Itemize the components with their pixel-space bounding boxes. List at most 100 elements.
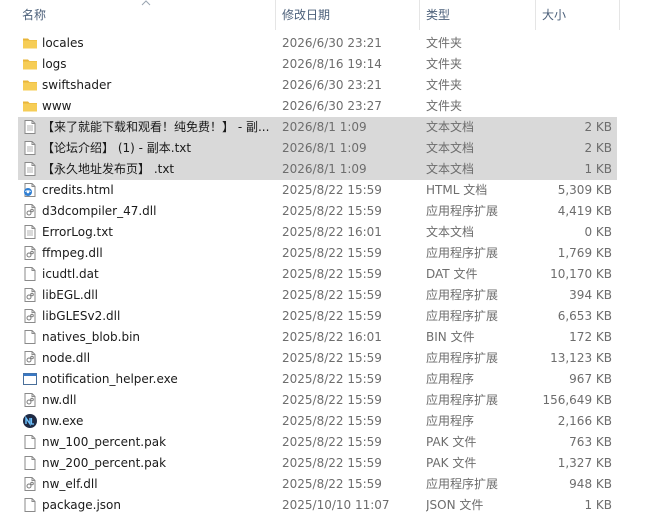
file-name: node.dll: [42, 351, 91, 365]
blank-file-icon: [22, 329, 38, 345]
file-row[interactable]: natives_blob.bin 2025/8/22 16:01 BIN 文件 …: [0, 327, 672, 348]
file-date: 2025/8/22 15:59: [282, 456, 382, 470]
file-size: 156,649 KB: [542, 393, 612, 407]
file-date: 2026/8/1 1:09: [282, 141, 367, 155]
file-row[interactable]: ErrorLog.txt 2025/8/22 16:01 文本文档 0 KB: [0, 222, 672, 243]
file-size: 948 KB: [569, 477, 612, 491]
file-name: d3dcompiler_47.dll: [42, 204, 157, 218]
file-type: HTML 文档: [426, 183, 488, 197]
file-row[interactable]: package.json 2025/10/10 11:07 JSON 文件 1 …: [0, 495, 672, 516]
file-type: 应用程序扩展: [426, 246, 499, 260]
file-type: 文件夹: [426, 36, 463, 50]
html-file-icon: [22, 182, 38, 198]
blank-file-icon: [22, 455, 38, 471]
file-row[interactable]: credits.html 2025/8/22 15:59 HTML 文档 5,3…: [0, 180, 672, 201]
file-row[interactable]: node.dll 2025/8/22 15:59 应用程序扩展 13,123 K…: [0, 348, 672, 369]
file-size: [540, 75, 612, 96]
file-date: 2025/8/22 15:59: [282, 246, 382, 260]
file-type: PAK 文件: [426, 435, 477, 449]
file-date: 2026/6/30 23:21: [282, 36, 382, 50]
file-type: 文本文档: [426, 120, 475, 134]
file-type: JSON 文件: [426, 498, 484, 512]
file-size: 4,419 KB: [557, 204, 612, 218]
exe-window-icon: [22, 371, 38, 387]
file-row[interactable]: nw.dll 2025/8/22 15:59 应用程序扩展 156,649 KB: [0, 390, 672, 411]
file-row[interactable]: swiftshader 2026/6/30 23:21 文件夹: [0, 75, 672, 96]
column-header-name-label: 名称: [22, 8, 47, 22]
file-size: 13,123 KB: [550, 351, 612, 365]
file-date: 2025/8/22 15:59: [282, 288, 382, 302]
file-date: 2025/8/22 15:59: [282, 309, 382, 323]
file-row[interactable]: 【论坛介绍】 (1) - 副本.txt 2026/8/1 1:09 文本文档 2…: [0, 138, 672, 159]
column-header-date-label: 修改日期: [282, 8, 331, 22]
file-type: 文件夹: [426, 99, 463, 113]
file-name: ErrorLog.txt: [42, 225, 114, 239]
column-header-type[interactable]: 类型: [420, 0, 534, 30]
file-name: natives_blob.bin: [42, 330, 141, 344]
file-size: 2,166 KB: [557, 414, 612, 428]
file-date: 2025/8/22 15:59: [282, 477, 382, 491]
file-name: nw.exe: [42, 414, 84, 428]
file-row[interactable]: nw_100_percent.pak 2025/8/22 15:59 PAK 文…: [0, 432, 672, 453]
file-name: 【论坛介绍】 (1) - 副本.txt: [42, 141, 192, 155]
file-type: 应用程序扩展: [426, 477, 499, 491]
file-size: 10,170 KB: [550, 267, 612, 281]
file-row[interactable]: 【永久地址发布页】 .txt 2026/8/1 1:09 文本文档 1 KB: [0, 159, 672, 180]
file-row[interactable]: 【来了就能下载和观看！纯免费！】 - 副... 2026/8/1 1:09 文本…: [0, 117, 672, 138]
blank-file-icon: [22, 266, 38, 282]
file-size: 2 KB: [584, 120, 612, 134]
blank-file-icon: [22, 497, 38, 513]
file-date: 2025/8/22 15:59: [282, 183, 382, 197]
file-row[interactable]: logs 2026/8/16 19:14 文件夹: [0, 54, 672, 75]
file-type: BIN 文件: [426, 330, 475, 344]
file-row[interactable]: nw_200_percent.pak 2025/8/22 15:59 PAK 文…: [0, 453, 672, 474]
file-row[interactable]: d3dcompiler_47.dll 2025/8/22 15:59 应用程序扩…: [0, 201, 672, 222]
file-name: icudtl.dat: [42, 267, 99, 281]
column-header-type-label: 类型: [426, 8, 451, 22]
file-name: ffmpeg.dll: [42, 246, 103, 260]
file-name: credits.html: [42, 183, 114, 197]
file-date: 2025/8/22 15:59: [282, 267, 382, 281]
file-date: 2025/8/22 15:59: [282, 204, 382, 218]
file-type: DAT 文件: [426, 267, 478, 281]
file-type: 文本文档: [426, 162, 475, 176]
file-row[interactable]: libGLESv2.dll 2025/8/22 15:59 应用程序扩展 6,6…: [0, 306, 672, 327]
file-date: 2025/10/10 11:07: [282, 498, 390, 512]
file-size: 1 KB: [584, 498, 612, 512]
file-type: 应用程序扩展: [426, 204, 499, 218]
dll-file-icon: [22, 287, 38, 303]
file-type: 应用程序扩展: [426, 393, 499, 407]
file-row[interactable]: ffmpeg.dll 2025/8/22 15:59 应用程序扩展 1,769 …: [0, 243, 672, 264]
column-divider[interactable]: [619, 0, 620, 30]
file-row[interactable]: icudtl.dat 2025/8/22 15:59 DAT 文件 10,170…: [0, 264, 672, 285]
file-date: 2026/6/30 23:27: [282, 99, 382, 113]
file-size: [540, 33, 612, 54]
column-header-size[interactable]: 大小: [536, 0, 618, 30]
file-date: 2026/8/1 1:09: [282, 162, 367, 176]
file-date: 2025/8/22 16:01: [282, 330, 382, 344]
file-name: locales: [42, 36, 84, 50]
file-size: 2 KB: [584, 141, 612, 155]
file-name: nw.dll: [42, 393, 77, 407]
file-type: 文件夹: [426, 78, 463, 92]
text-file-icon: [22, 161, 38, 177]
file-row[interactable]: nw_elf.dll 2025/8/22 15:59 应用程序扩展 948 KB: [0, 474, 672, 495]
file-row[interactable]: locales 2026/6/30 23:21 文件夹: [0, 33, 672, 54]
file-row[interactable]: nw.exe 2025/8/22 15:59 应用程序 2,166 KB: [0, 411, 672, 432]
column-header-date[interactable]: 修改日期: [276, 0, 418, 30]
file-size: 967 KB: [569, 372, 612, 386]
file-name: nw_200_percent.pak: [42, 456, 167, 470]
file-row[interactable]: libEGL.dll 2025/8/22 15:59 应用程序扩展 394 KB: [0, 285, 672, 306]
file-name: nw_elf.dll: [42, 477, 98, 491]
file-date: 2026/6/30 23:21: [282, 78, 382, 92]
blank-file-icon: [22, 434, 38, 450]
file-row[interactable]: www 2026/6/30 23:27 文件夹: [0, 96, 672, 117]
text-file-icon: [22, 119, 38, 135]
file-row[interactable]: notification_helper.exe 2025/8/22 15:59 …: [0, 369, 672, 390]
nwjs-app-icon: [22, 413, 38, 429]
file-size: 6,653 KB: [557, 309, 612, 323]
folder-icon: [22, 56, 38, 72]
file-type: 文件夹: [426, 57, 463, 71]
file-name: notification_helper.exe: [42, 372, 178, 386]
file-type: 文本文档: [426, 141, 475, 155]
